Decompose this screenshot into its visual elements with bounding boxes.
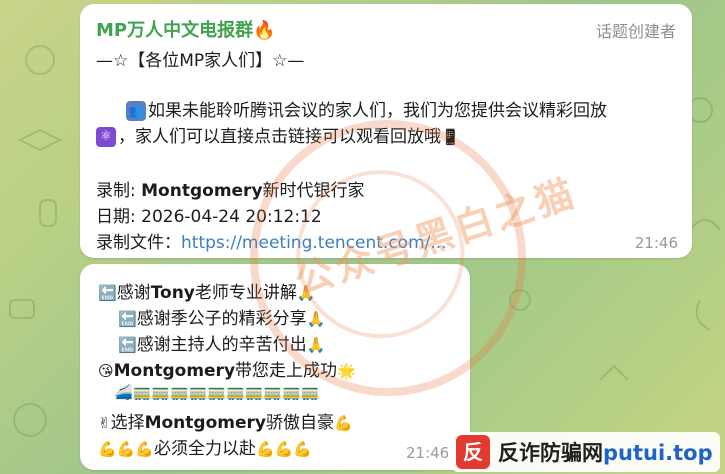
body-text-1: 如果未能聆听腾讯会议的家人们，我们为您提供会议精彩回放	[148, 101, 607, 121]
site-badge-text: 反诈防骗网putui.top	[498, 437, 713, 467]
message-body-line1: 👥 如果未能聆听腾讯会议的家人们，我们为您提供会议精彩回放	[96, 96, 607, 121]
badge-accent: putui.top	[603, 441, 713, 465]
site-logo-icon: 反	[456, 435, 490, 469]
message-title: —☆【各位MP家人们】☆—	[96, 51, 305, 71]
site-badge: 反 反诈防骗网putui.top	[452, 432, 720, 472]
message-time: 21:46	[406, 444, 450, 462]
sender-role: 话题创建者	[595, 22, 676, 41]
victory-hand-icon: ✌	[98, 413, 111, 432]
thanks-1-prefix: 感谢	[116, 283, 151, 303]
message-time: 21:46	[634, 234, 678, 252]
record-value-bold: Montgomery	[141, 181, 263, 201]
date-label: 日期:	[96, 207, 136, 227]
kiss-face-icon: 😘	[98, 361, 114, 380]
train-line: 🚄🚃🚃🚃🚃🚃🚃🚃🚃🚃🚃	[114, 382, 319, 402]
choose-rest: 骄傲自豪	[265, 413, 334, 433]
atom-icon: ⚛	[96, 127, 116, 147]
effort-line: 💪💪💪必须全力以赴💪💪💪	[98, 434, 312, 459]
flexed-biceps-icon: 💪💪💪	[256, 439, 313, 458]
choose-line: ✌选择Montgomery骄傲自豪💪	[98, 408, 353, 433]
effort-text: 必须全力以赴	[154, 439, 257, 459]
end-arrow-icon: 🔚	[98, 283, 117, 302]
thanks-1-bold: Tony	[150, 283, 195, 303]
flexed-biceps-icon: 💪💪💪	[98, 439, 155, 458]
people-icon: 👥	[126, 101, 146, 121]
end-arrow-icon: 🔚	[118, 335, 137, 354]
sender-name[interactable]: MP万人中文电报群🔥	[96, 16, 276, 42]
file-label: 录制文件：	[96, 233, 181, 253]
choose-bold: Montgomery	[144, 413, 266, 433]
end-arrow-icon: 🔚	[118, 309, 137, 328]
flexed-biceps-icon: 💪	[333, 413, 353, 432]
record-label: 录制:	[96, 181, 136, 201]
badge-prefix: 反诈防骗网	[498, 441, 603, 465]
choose-prefix: 选择	[110, 413, 145, 433]
success-bold: Montgomery	[113, 361, 236, 381]
train-icon: 🚄🚃🚃🚃🚃🚃🚃🚃🚃🚃🚃	[114, 382, 320, 401]
